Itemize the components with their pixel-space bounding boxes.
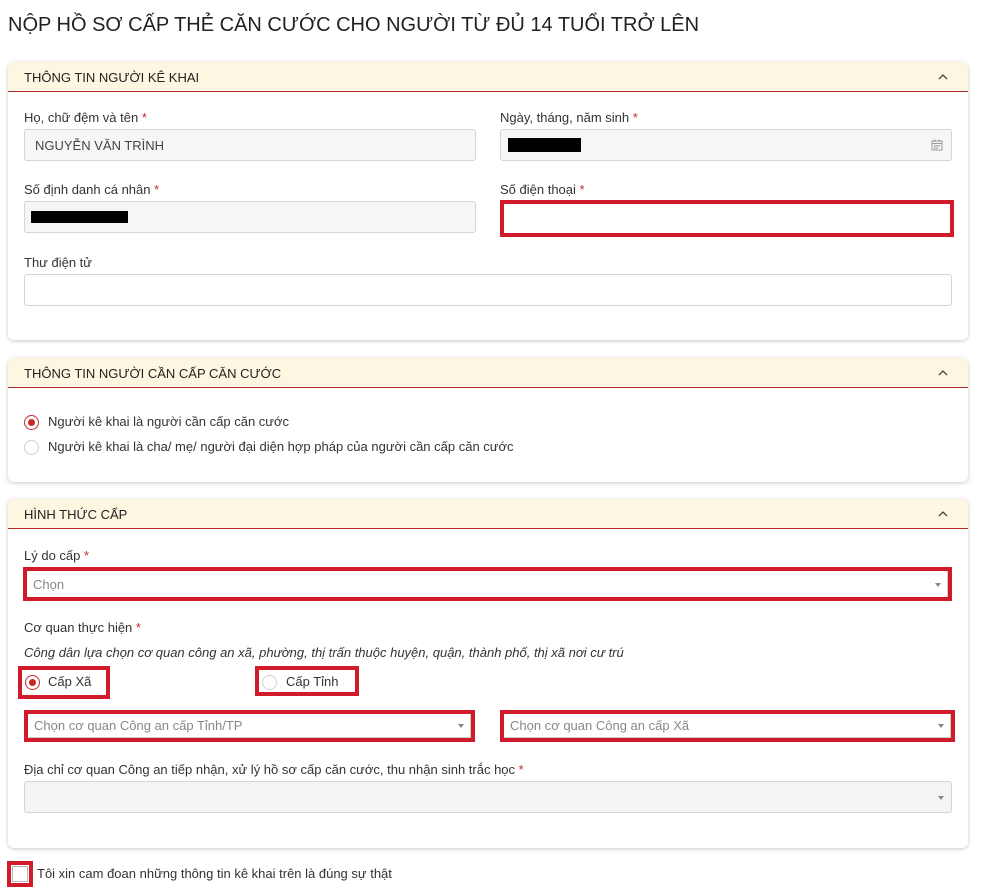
province-agency-highlight bbox=[24, 710, 475, 742]
calendar-icon[interactable] bbox=[931, 139, 943, 151]
phone-label: Số điện thoại * bbox=[500, 182, 585, 197]
chevron-up-icon[interactable] bbox=[938, 509, 948, 519]
page-title: NỘP HỒ SƠ CẤP THẺ CĂN CƯỚC CHO NGƯỜI TỪ … bbox=[8, 14, 700, 36]
phone-highlight bbox=[500, 200, 954, 237]
radio-guardian-label[interactable]: Người kê khai là cha/ mẹ/ người đại diện… bbox=[48, 439, 514, 454]
name-value: NGUYỄN VĂN TRÌNH bbox=[35, 138, 165, 153]
issuance-form-title: HÌNH THỨC CẤP bbox=[24, 507, 128, 522]
reason-highlight bbox=[23, 567, 952, 601]
commitment-highlight bbox=[7, 861, 33, 887]
declarant-info-header[interactable]: THÔNG TIN NGƯỜI KÊ KHAI bbox=[8, 62, 968, 92]
address-label: Địa chỉ cơ quan Công an tiếp nhận, xử lý… bbox=[24, 762, 524, 777]
address-select[interactable] bbox=[24, 781, 952, 813]
applicant-info-header[interactable]: THÔNG TIN NGƯỜI CẦN CẤP CĂN CƯỚC bbox=[8, 358, 968, 388]
applicant-info-title: THÔNG TIN NGƯỜI CẦN CẤP CĂN CƯỚC bbox=[24, 366, 282, 381]
name-field[interactable]: NGUYỄN VĂN TRÌNH bbox=[24, 129, 476, 161]
id-number-field[interactable] bbox=[24, 201, 476, 233]
email-input[interactable] bbox=[24, 274, 952, 306]
issuance-form-header[interactable]: HÌNH THỨC CẤP bbox=[8, 499, 968, 529]
agency-label: Cơ quan thực hiện * bbox=[24, 620, 141, 635]
caret-down-icon bbox=[938, 796, 944, 800]
radio-self-label[interactable]: Người kê khai là người cần cấp căn cước bbox=[48, 414, 289, 429]
reason-label: Lý do cấp * bbox=[24, 548, 90, 563]
id-number-redacted bbox=[31, 211, 128, 223]
commune-agency-highlight bbox=[500, 710, 955, 742]
id-number-label: Số định danh cá nhân * bbox=[24, 182, 160, 197]
radio-self[interactable] bbox=[24, 415, 39, 430]
dob-redacted bbox=[508, 138, 581, 152]
commitment-text[interactable]: Tôi xin cam đoan những thông tin kê khai… bbox=[37, 866, 392, 881]
dob-label: Ngày, tháng, năm sinh * bbox=[500, 110, 638, 125]
dob-field[interactable] bbox=[500, 129, 952, 161]
name-label: Họ, chữ đệm và tên * bbox=[24, 110, 147, 125]
chevron-up-icon[interactable] bbox=[938, 368, 948, 378]
chevron-up-icon[interactable] bbox=[938, 72, 948, 82]
province-level-highlight bbox=[255, 666, 359, 696]
email-label: Thư điện tử bbox=[24, 255, 92, 270]
declarant-info-title: THÔNG TIN NGƯỜI KÊ KHAI bbox=[24, 70, 200, 85]
radio-guardian[interactable] bbox=[24, 440, 39, 455]
agency-hint: Công dân lựa chọn cơ quan công an xã, ph… bbox=[24, 645, 624, 660]
commune-level-highlight bbox=[18, 666, 110, 699]
